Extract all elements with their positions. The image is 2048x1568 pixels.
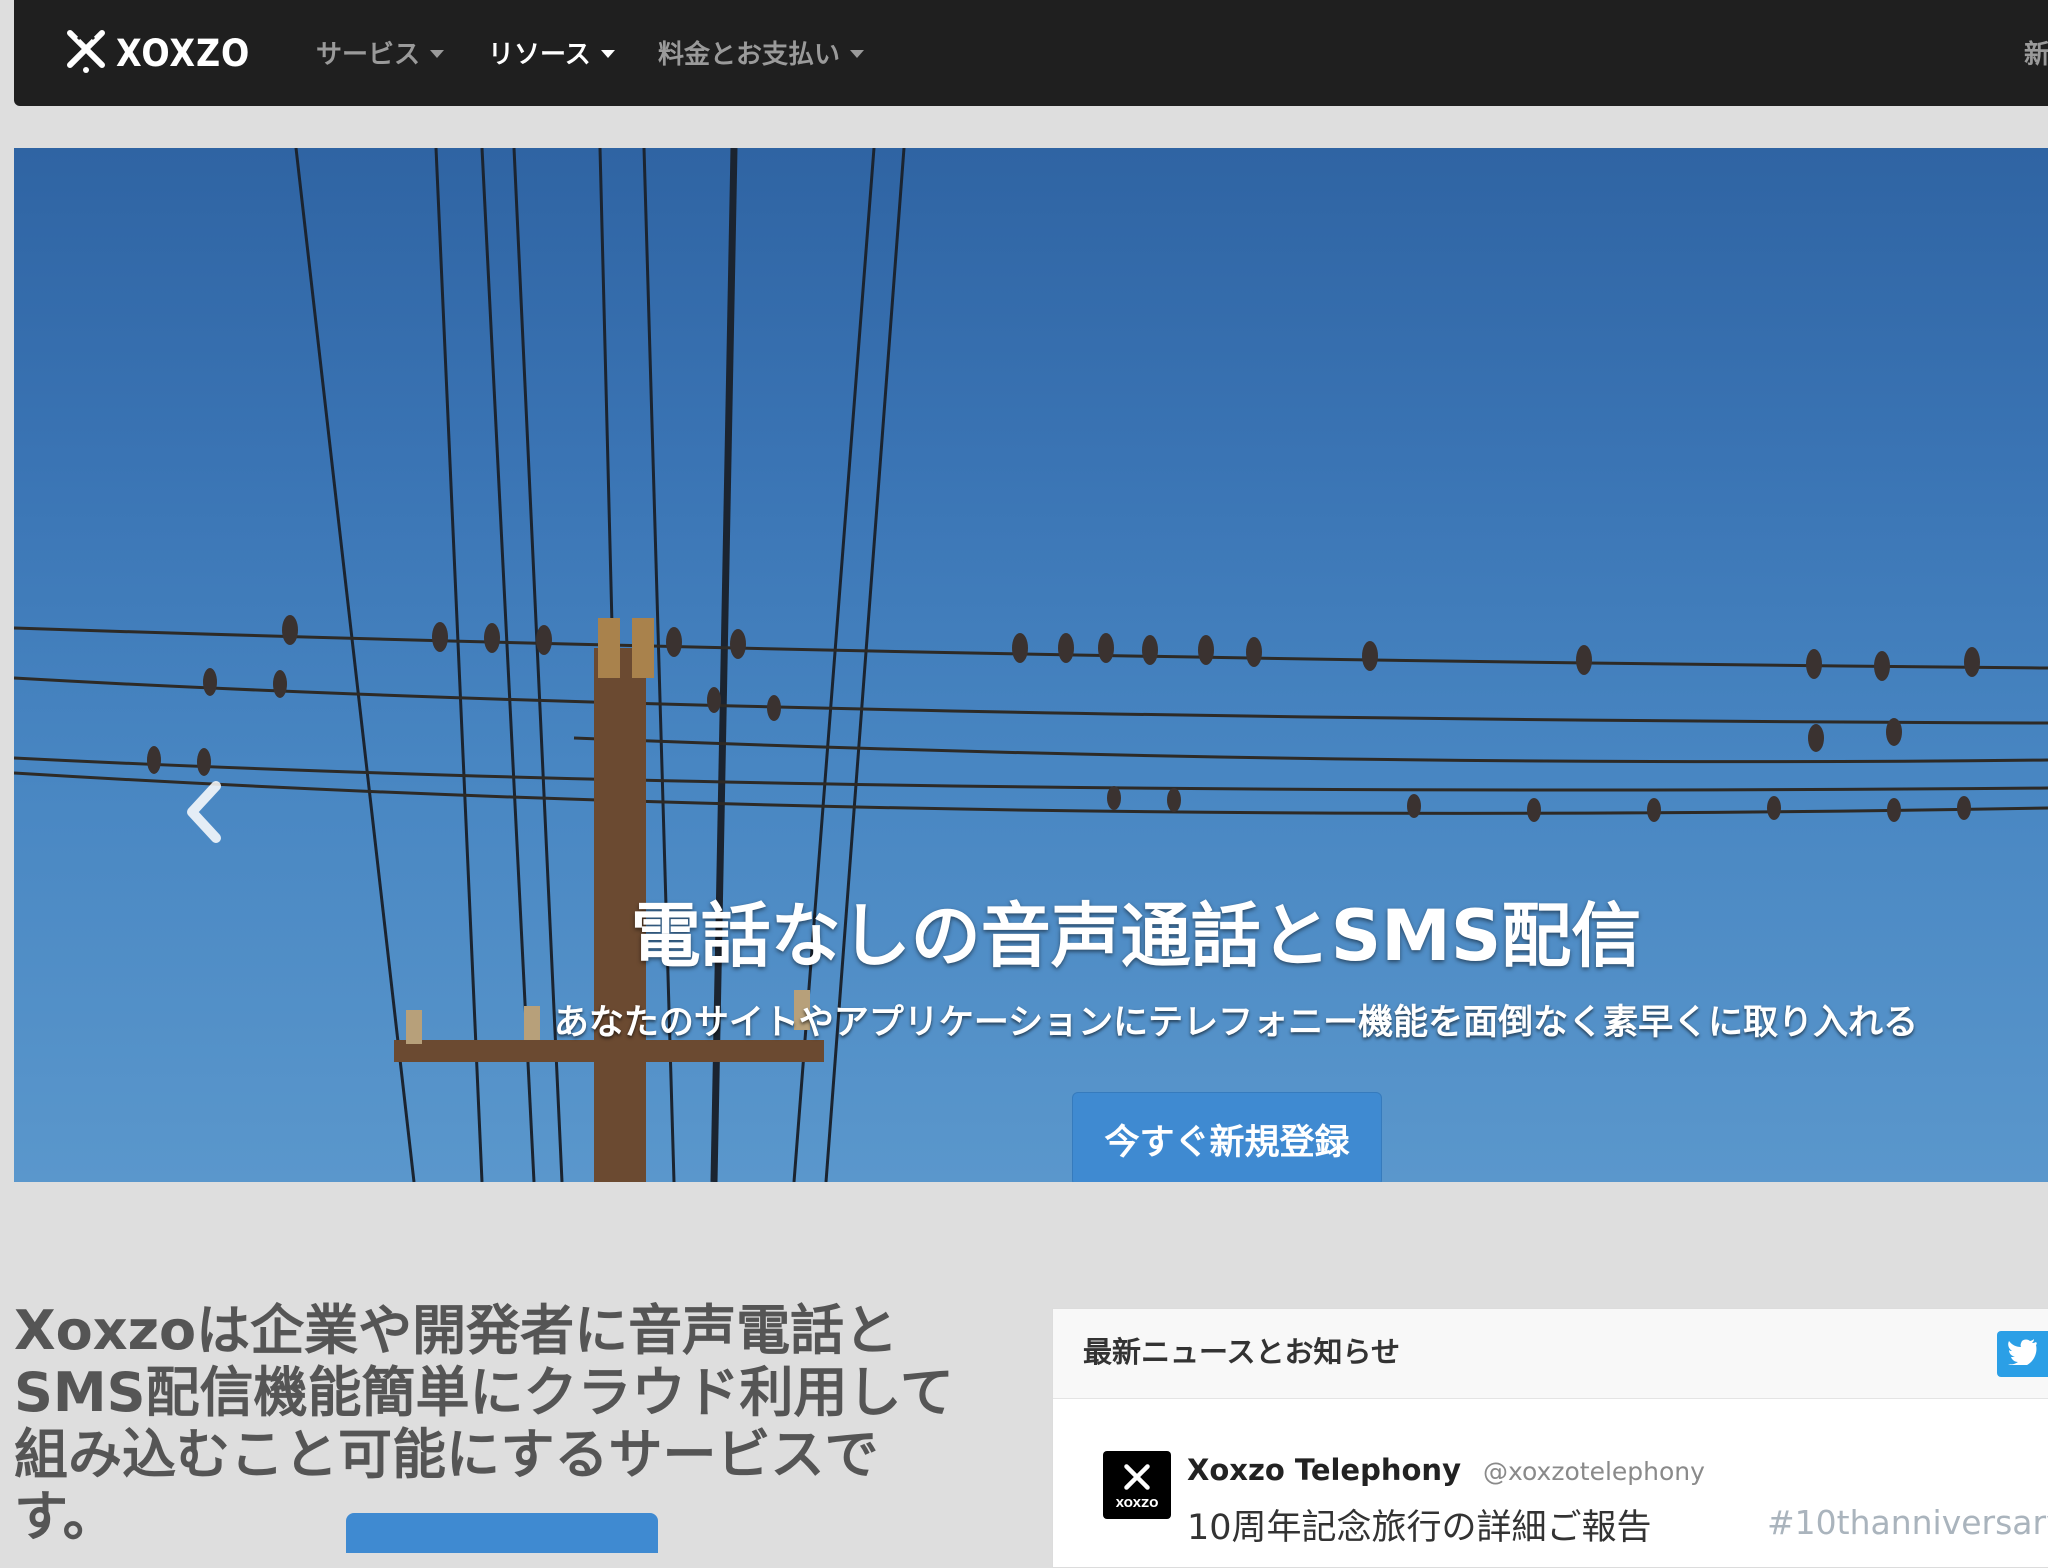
nav-item-resources[interactable]: リソース — [488, 30, 615, 74]
nav-item-label: サービス — [316, 39, 421, 70]
xoxzo-logo-icon — [1122, 1462, 1152, 1495]
news-panel-title: 最新ニュースとお知らせ — [1083, 1335, 1400, 1369]
tweet-hashtag-link[interactable]: #10thanniversary — [1767, 1503, 2048, 1542]
nav-item-label: リソース — [488, 39, 591, 70]
signup-now-button[interactable]: 今すぐ新規登録 — [1072, 1092, 1382, 1182]
twitter-follow-button[interactable] — [1997, 1331, 2048, 1377]
nav-item-services[interactable]: サービス — [316, 30, 445, 74]
xoxzo-logo-icon — [66, 28, 106, 77]
top-navbar: XOXZO サービス リソース 料金とお支払い 新規 — [14, 0, 2048, 106]
news-panel-header: 最新ニュースとお知らせ — [1053, 1309, 2048, 1399]
brand-name: XOXZO — [116, 31, 251, 75]
intro-lead-text: Xoxzoは企業や開発者に音声電話とSMS配信機能簡単にクラウド利用して組み込む… — [14, 1299, 954, 1548]
avatar-label: XOXZO — [1115, 1497, 1159, 1510]
tweet-author-name[interactable]: Xoxzo Telephony — [1187, 1453, 1461, 1487]
tweet-text: 10周年記念旅行の詳細ご報告 — [1187, 1508, 1652, 1548]
chevron-left-icon — [184, 780, 224, 848]
hero-subtitle: あなたのサイトやアプリケーションにテレフォニー機能を面倒なく素早くに取り入れる — [553, 1003, 1919, 1043]
caret-down-icon — [600, 50, 615, 58]
news-panel: 最新ニュースとお知らせ XOXZO Xoxzo Telephony @xoxzo… — [1052, 1308, 2048, 1568]
hero-carousel: 電話なしの音声通話とSMS配信 あなたのサイトやアプリケーションにテレフォニー機… — [14, 148, 2048, 1182]
hero-title: 電話なしの音声通話とSMS配信 — [630, 895, 1642, 977]
tweet-author-handle[interactable]: @xoxzotelephony — [1483, 1457, 1705, 1486]
caret-down-icon — [850, 50, 865, 58]
nav-right-label: 新規 — [2024, 39, 2048, 70]
intro-action-button[interactable] — [346, 1513, 658, 1553]
nav-item-signup[interactable]: 新規 — [2024, 30, 2048, 74]
avatar[interactable]: XOXZO — [1103, 1451, 1171, 1519]
twitter-bird-icon — [2007, 1339, 2037, 1369]
nav-item-pricing[interactable]: 料金とお支払い — [658, 30, 865, 74]
nav-item-label: 料金とお支払い — [658, 39, 841, 70]
brand-logo-link[interactable]: XOXZO — [66, 26, 265, 80]
caret-down-icon — [430, 50, 445, 58]
carousel-prev-button[interactable] — [174, 776, 234, 852]
